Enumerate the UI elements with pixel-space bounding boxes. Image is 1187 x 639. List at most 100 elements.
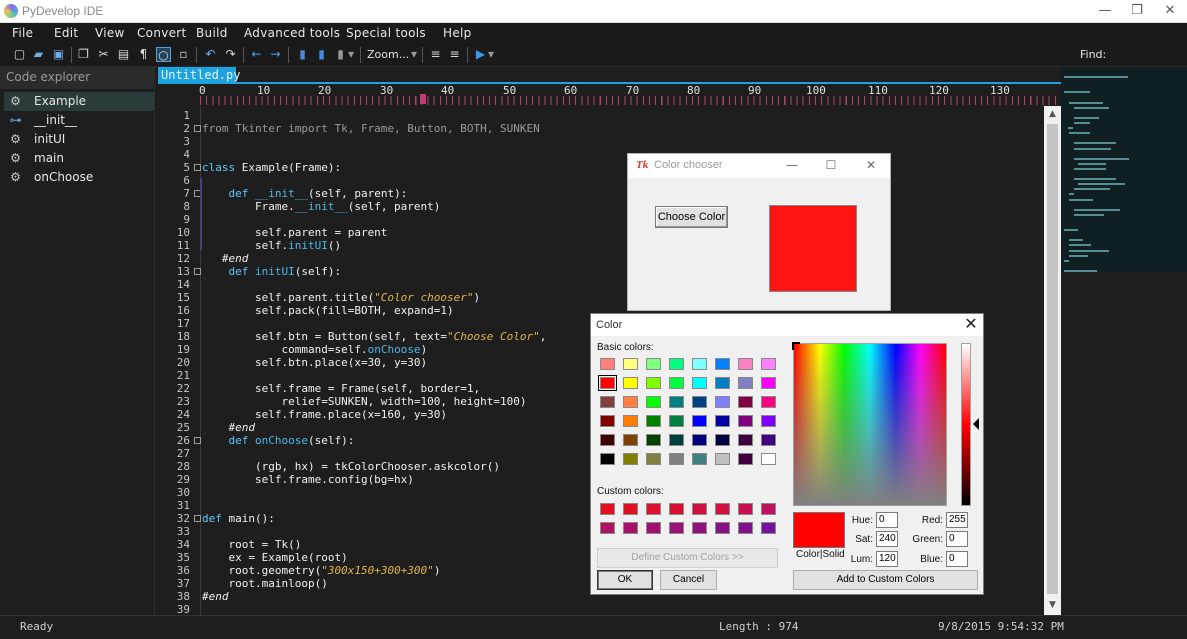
- custom-color-swatch[interactable]: [715, 522, 730, 534]
- close-button[interactable]: ✕: [1157, 2, 1183, 20]
- basic-color-swatch[interactable]: [623, 415, 638, 427]
- custom-color-swatch[interactable]: [761, 522, 776, 534]
- custom-color-swatch[interactable]: [646, 503, 661, 515]
- back-arrow-icon[interactable]: ←: [249, 47, 264, 62]
- bookmark-next-icon[interactable]: ▮: [314, 47, 329, 62]
- undo-icon[interactable]: ↶: [203, 47, 218, 62]
- basic-color-swatch[interactable]: [600, 434, 615, 446]
- fold-toggle-icon[interactable]: [194, 437, 201, 444]
- basic-color-swatch[interactable]: [623, 396, 638, 408]
- basic-color-swatch[interactable]: [715, 396, 730, 408]
- copy-all-icon[interactable]: ❐: [76, 47, 91, 62]
- basic-color-swatch[interactable]: [738, 358, 753, 370]
- custom-color-swatch[interactable]: [646, 522, 661, 534]
- basic-color-swatch[interactable]: [761, 358, 776, 370]
- basic-color-swatch[interactable]: [646, 434, 661, 446]
- basic-color-swatch[interactable]: [598, 375, 617, 391]
- redo-icon[interactable]: ↷: [223, 47, 238, 62]
- basic-color-swatch[interactable]: [600, 453, 615, 465]
- basic-color-swatch[interactable]: [761, 396, 776, 408]
- luminance-arrow-icon[interactable]: [973, 418, 979, 430]
- zoom-dropdown[interactable]: Zoom...: [367, 48, 409, 61]
- basic-color-swatch[interactable]: [646, 377, 661, 389]
- basic-color-swatch[interactable]: [623, 434, 638, 446]
- run-icon[interactable]: ▶: [473, 47, 488, 62]
- custom-color-swatch[interactable]: [715, 503, 730, 515]
- define-custom-colors-button[interactable]: Define Custom Colors >>: [597, 548, 778, 568]
- explorer-item-initui[interactable]: ⚙ initUI: [4, 130, 154, 149]
- basic-color-swatch[interactable]: [669, 358, 684, 370]
- spectrum-crosshair[interactable]: [792, 342, 800, 350]
- chevron-down-icon[interactable]: ▾: [347, 47, 355, 62]
- custom-color-swatch[interactable]: [761, 503, 776, 515]
- basic-color-swatch[interactable]: [669, 396, 684, 408]
- toggle-icon[interactable]: ▫: [176, 47, 191, 62]
- basic-color-swatch[interactable]: [715, 434, 730, 446]
- basic-color-swatch[interactable]: [761, 377, 776, 389]
- outdent-icon[interactable]: ≡: [447, 47, 462, 62]
- fold-toggle-icon[interactable]: [194, 164, 201, 171]
- restore-button[interactable]: ❐: [1124, 2, 1150, 20]
- lum-field[interactable]: 120: [876, 551, 898, 567]
- chevron-down-icon[interactable]: ▾: [487, 47, 495, 62]
- basic-color-swatch[interactable]: [715, 358, 730, 370]
- bookmark-icon[interactable]: ▮: [295, 47, 310, 62]
- basic-color-swatch[interactable]: [669, 377, 684, 389]
- basic-color-swatch[interactable]: [761, 415, 776, 427]
- menu-help[interactable]: Help: [443, 26, 472, 40]
- hue-field[interactable]: 0: [876, 512, 898, 528]
- custom-color-swatch[interactable]: [669, 503, 684, 515]
- forward-arrow-icon[interactable]: →: [268, 47, 283, 62]
- basic-color-swatch[interactable]: [600, 396, 615, 408]
- basic-color-swatch[interactable]: [600, 415, 615, 427]
- basic-color-swatch[interactable]: [669, 415, 684, 427]
- basic-color-swatch[interactable]: [646, 358, 661, 370]
- basic-color-swatch[interactable]: [761, 434, 776, 446]
- sat-field[interactable]: 240: [876, 531, 898, 547]
- search-icon[interactable]: ○: [156, 47, 171, 62]
- basic-color-swatch[interactable]: [646, 396, 661, 408]
- fold-toggle-icon[interactable]: [194, 268, 201, 275]
- red-field[interactable]: 255: [946, 512, 968, 528]
- basic-color-swatch[interactable]: [692, 396, 707, 408]
- custom-color-swatch[interactable]: [692, 503, 707, 515]
- ok-button[interactable]: OK: [597, 570, 653, 590]
- basic-color-swatch[interactable]: [715, 377, 730, 389]
- scroll-up-icon[interactable]: ▲: [1047, 109, 1058, 120]
- custom-color-swatch[interactable]: [738, 503, 753, 515]
- basic-color-swatch[interactable]: [646, 453, 661, 465]
- close-button[interactable]: ✕: [961, 315, 981, 335]
- custom-color-swatch[interactable]: [669, 522, 684, 534]
- cancel-button[interactable]: Cancel: [660, 570, 717, 590]
- color-spectrum[interactable]: [793, 343, 947, 506]
- fold-toggle-icon[interactable]: [194, 125, 201, 132]
- basic-color-swatch[interactable]: [669, 434, 684, 446]
- indent-icon[interactable]: ≡: [428, 47, 443, 62]
- basic-color-swatch[interactable]: [738, 415, 753, 427]
- basic-color-swatch[interactable]: [623, 453, 638, 465]
- basic-color-swatch[interactable]: [715, 453, 730, 465]
- menu-special-tools[interactable]: Special tools: [346, 26, 426, 40]
- basic-color-swatch[interactable]: [738, 377, 753, 389]
- explorer-item-example[interactable]: ⚙ Example: [4, 92, 154, 111]
- minimize-button[interactable]: —: [780, 157, 804, 173]
- custom-color-swatch[interactable]: [623, 522, 638, 534]
- explorer-item-onchoose[interactable]: ⚙ onChoose: [4, 168, 154, 187]
- basic-color-swatch[interactable]: [692, 453, 707, 465]
- basic-color-swatch[interactable]: [623, 377, 638, 389]
- menu-build[interactable]: Build: [196, 26, 228, 40]
- minimize-button[interactable]: —: [1092, 2, 1118, 20]
- scroll-down-icon[interactable]: ▼: [1047, 600, 1058, 611]
- editor-tab-untitled[interactable]: Untitled.py: [158, 67, 240, 83]
- explorer-item-main[interactable]: ⚙ main: [4, 149, 154, 168]
- basic-color-swatch[interactable]: [738, 453, 753, 465]
- custom-color-swatch[interactable]: [623, 503, 638, 515]
- explorer-item-init[interactable]: ⊶ __init__: [4, 111, 154, 130]
- custom-color-swatch[interactable]: [600, 522, 615, 534]
- open-folder-icon[interactable]: ▰: [31, 47, 46, 62]
- custom-color-swatch[interactable]: [692, 522, 707, 534]
- basic-color-swatch[interactable]: [761, 453, 776, 465]
- menu-advanced-tools[interactable]: Advanced tools: [244, 26, 340, 40]
- scroll-thumb[interactable]: [1047, 124, 1058, 594]
- menu-file[interactable]: File: [12, 26, 33, 40]
